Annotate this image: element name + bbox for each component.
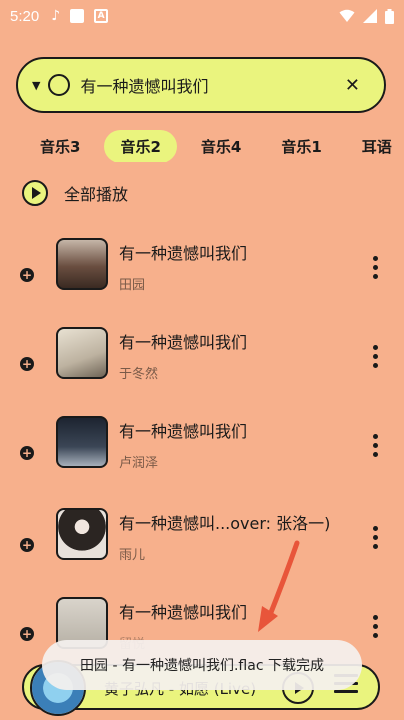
song-artist: 卢润泽 [119, 456, 159, 471]
song-row[interactable]: + 有一种遗憾叫...over: 张洛一) 雨儿 [0, 508, 404, 596]
play-all-button[interactable]: 全部播放 [22, 180, 128, 206]
song-title: 有一种遗憾叫我们 [119, 603, 248, 622]
song-artist: 田园 [119, 278, 146, 293]
more-icon[interactable] [368, 345, 382, 371]
music-note-icon: ♪ [51, 8, 61, 24]
tab-music2[interactable]: 音乐2 [104, 130, 177, 162]
more-icon[interactable] [368, 615, 382, 641]
song-row[interactable]: + 有一种遗憾叫我们 田园 [0, 238, 404, 326]
notification-square-icon [70, 9, 85, 23]
search-bar[interactable]: ▼ 有一种遗憾叫我们 ✕ [16, 57, 386, 113]
notification-a-icon: A [94, 9, 109, 23]
tab-whisper[interactable]: 耳语 [346, 130, 404, 162]
wifi-icon [339, 9, 355, 22]
song-title: 有一种遗憾叫我们 [119, 244, 248, 263]
more-icon[interactable] [368, 434, 382, 460]
tab-music1[interactable]: 音乐1 [265, 130, 337, 162]
source-circle-icon[interactable] [48, 74, 71, 96]
status-right-icons [339, 8, 394, 24]
status-time: 5:20 [10, 7, 40, 25]
more-icon[interactable] [368, 256, 382, 282]
battery-icon [385, 8, 394, 24]
album-cover [56, 238, 108, 290]
download-toast: 田园 - 有一种遗憾叫我们.flac 下载完成 [42, 640, 362, 690]
add-icon[interactable]: + [20, 538, 34, 552]
status-bar: 5:20 ♪ A [0, 0, 404, 32]
more-icon[interactable] [368, 526, 382, 552]
source-tabs: 音乐3 音乐2 音乐4 音乐1 耳语 [0, 130, 404, 162]
album-cover [56, 416, 108, 468]
tab-music4[interactable]: 音乐4 [185, 130, 257, 162]
dropdown-icon[interactable]: ▼ [32, 79, 40, 92]
album-cover [56, 327, 108, 379]
play-icon[interactable] [22, 180, 48, 206]
tab-music3[interactable]: 音乐3 [24, 130, 96, 162]
signal-icon [363, 9, 377, 23]
play-all-label: 全部播放 [64, 185, 129, 204]
song-row[interactable]: + 有一种遗憾叫我们 于冬然 [0, 327, 404, 415]
search-input[interactable]: 有一种遗憾叫我们 [80, 73, 344, 97]
song-artist: 雨儿 [119, 548, 146, 563]
add-icon[interactable]: + [20, 357, 34, 371]
song-title: 有一种遗憾叫我们 [119, 422, 248, 441]
song-artist: 于冬然 [119, 367, 159, 382]
song-title: 有一种遗憾叫...over: 张洛一) [119, 514, 331, 533]
add-icon[interactable]: + [20, 627, 34, 641]
clear-icon[interactable]: ✕ [345, 75, 360, 96]
add-icon[interactable]: + [20, 268, 34, 282]
song-row[interactable]: + 有一种遗憾叫我们 卢润泽 [0, 416, 404, 504]
album-cover [56, 508, 108, 560]
song-title: 有一种遗憾叫我们 [119, 333, 248, 352]
add-icon[interactable]: + [20, 446, 34, 460]
